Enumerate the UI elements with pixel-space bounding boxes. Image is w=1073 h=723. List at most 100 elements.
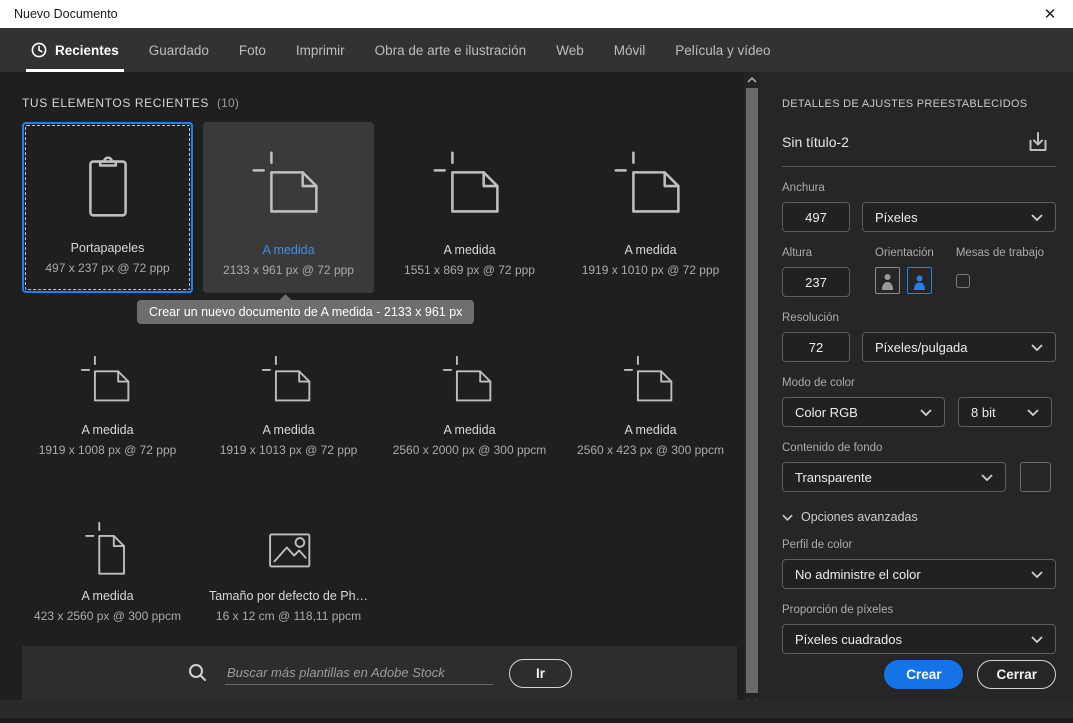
recent-item-dims: 2133 x 961 px @ 72 ppp: [223, 263, 354, 277]
recent-item-name: A medida: [81, 589, 134, 603]
scroll-up-icon[interactable]: [744, 76, 760, 83]
recent-item-dims: 1919 x 1008 px @ 72 ppp: [38, 443, 177, 457]
background-dropdown[interactable]: Transparente: [782, 462, 1006, 492]
recent-item[interactable]: A medida 2560 x 2000 px @ 300 ppcm: [384, 328, 555, 459]
artboards-checkbox[interactable]: [955, 274, 970, 288]
pixel-ratio-dropdown[interactable]: Píxeles cuadrados: [782, 624, 1056, 654]
custom-doc-portrait-icon: [84, 521, 125, 575]
landscape-icon: [914, 275, 925, 290]
custom-doc-icon: [433, 151, 499, 213]
recent-item-dims: 16 x 12 cm @ 118,11 ppcm: [215, 609, 362, 623]
recent-item[interactable]: A medida 1919 x 1010 px @ 72 ppp: [565, 122, 736, 293]
width-unit-dropdown[interactable]: Píxeles: [862, 202, 1056, 232]
pixel-ratio-label: Proporción de píxeles: [782, 604, 894, 616]
recent-item-name: A medida: [624, 243, 677, 257]
clipboard-icon: [88, 156, 127, 217]
resolution-unit-dropdown[interactable]: Píxeles/pulgada: [862, 332, 1056, 362]
tab-película-y-vídeo[interactable]: Película y vídeo: [660, 28, 785, 72]
recent-item[interactable]: A medida 1919 x 1008 px @ 72 ppp: [22, 328, 193, 459]
scrollbar-thumb[interactable]: [746, 88, 758, 693]
tab-foto[interactable]: Foto: [224, 28, 281, 72]
new-document-dialog: Nuevo Documento ✕ Recientes Guardado Fot…: [0, 0, 1073, 723]
portrait-icon: [882, 273, 893, 290]
bit-depth-dropdown[interactable]: 8 bit: [958, 397, 1052, 427]
recent-item-dims: 1919 x 1013 px @ 72 ppp: [219, 443, 358, 457]
recent-item-name: A medida: [262, 423, 315, 437]
go-button[interactable]: Ir: [508, 658, 572, 688]
custom-doc-icon: [252, 151, 318, 213]
title-bar: Nuevo Documento ✕: [0, 0, 1073, 28]
custom-doc-icon: [80, 355, 129, 402]
chevron-down-icon: [1031, 635, 1043, 643]
tab-label: Foto: [238, 42, 266, 58]
background-label: Contenido de fondo: [782, 442, 883, 454]
recent-item[interactable]: A medida 2133 x 961 px @ 72 ppp: [203, 122, 374, 293]
photo-icon: [268, 533, 310, 568]
color-profile-dropdown[interactable]: No administre el color: [782, 559, 1056, 589]
recent-item-dims: 1551 x 869 px @ 72 ppp: [404, 263, 535, 277]
tooltip: Crear un nuevo documento de A medida - 2…: [137, 300, 475, 324]
clock-icon: [31, 42, 47, 58]
tab-label: Obra de arte e ilustración: [374, 42, 527, 58]
recent-item-dims: 423 x 2560 px @ 300 ppcm: [34, 609, 181, 623]
color-mode-dropdown[interactable]: Color RGB: [782, 397, 945, 427]
chevron-down-icon: [920, 408, 932, 416]
recent-item-name: A medida: [262, 243, 315, 257]
tab-label: Web: [556, 42, 584, 58]
recent-item[interactable]: A medida 2560 x 423 px @ 300 ppcm: [565, 328, 736, 459]
document-title-field[interactable]: Sin título-2: [782, 134, 1026, 150]
recents-heading: TUS ELEMENTOS RECIENTES (10): [22, 96, 240, 110]
stock-search-bar: Ir: [22, 646, 737, 700]
tab-imprimir[interactable]: Imprimir: [281, 28, 360, 72]
tab-móvil[interactable]: Móvil: [599, 28, 661, 72]
details-heading: DETALLES DE AJUSTES PREESTABLECIDOS: [782, 98, 1028, 110]
tab-recientes[interactable]: Recientes: [16, 28, 134, 72]
recent-item-name: A medida: [624, 423, 677, 437]
recents-panel: TUS ELEMENTOS RECIENTES (10) Portapapeles…: [0, 72, 744, 723]
recent-item-dims: 1919 x 1010 px @ 72 ppp: [581, 263, 720, 277]
dialog-title: Nuevo Documento: [14, 7, 118, 21]
orientation-label: Orientación: [875, 247, 934, 259]
recent-item-name: Tamaño por defecto de Ph…: [208, 589, 369, 603]
tab-web[interactable]: Web: [541, 28, 599, 72]
width-input[interactable]: [782, 202, 850, 232]
height-label: Altura: [782, 247, 813, 259]
close-icon[interactable]: ✕: [1035, 2, 1065, 26]
close-button[interactable]: Cerrar: [977, 660, 1056, 689]
recent-item[interactable]: Tamaño por defecto de Ph… 16 x 12 cm @ 1…: [203, 494, 374, 625]
orientation-landscape-button[interactable]: [907, 267, 932, 294]
orientation-portrait-button[interactable]: [875, 267, 900, 294]
resolution-input[interactable]: [782, 332, 850, 362]
chevron-down-icon: [1031, 213, 1043, 221]
chevron-down-icon: [981, 473, 993, 481]
recent-item[interactable]: A medida 1919 x 1013 px @ 72 ppp: [203, 328, 374, 459]
tab-label: Imprimir: [295, 42, 345, 58]
tab-label: Película y vídeo: [675, 42, 771, 58]
chevron-down-icon: [1027, 408, 1039, 416]
recent-item-dims: 2560 x 2000 px @ 300 ppcm: [392, 443, 547, 457]
advanced-options-toggle[interactable]: Opciones avanzadas: [782, 510, 1056, 524]
custom-doc-icon: [261, 355, 310, 402]
chevron-down-icon: [1031, 570, 1043, 578]
custom-doc-icon: [442, 355, 491, 402]
scrollbar[interactable]: [744, 72, 760, 723]
recents-grid: Portapapeles 497 x 237 px @ 72 ppp A med…: [22, 122, 744, 625]
preset-details-panel: DETALLES DE AJUSTES PREESTABLECIDOS Sin …: [760, 72, 1073, 723]
recent-item[interactable]: A medida 423 x 2560 px @ 300 ppcm: [22, 494, 193, 625]
divider: [782, 166, 1056, 167]
save-preset-icon[interactable]: [1026, 130, 1050, 154]
tab-guardado[interactable]: Guardado: [134, 28, 224, 72]
search-input[interactable]: [224, 661, 493, 685]
search-icon: [187, 662, 209, 684]
create-button[interactable]: Crear: [884, 660, 964, 689]
background-color-swatch[interactable]: [1020, 462, 1051, 492]
color-mode-label: Modo de color: [782, 377, 855, 389]
tab-obra-de-arte-e-ilustración[interactable]: Obra de arte e ilustración: [360, 28, 542, 72]
recent-item-name: A medida: [443, 243, 496, 257]
recents-count: (10): [216, 96, 240, 110]
bottom-strip: [0, 700, 1073, 723]
color-profile-label: Perfil de color: [782, 539, 853, 551]
recent-item[interactable]: Portapapeles 497 x 237 px @ 72 ppp: [22, 122, 193, 293]
height-input[interactable]: [782, 267, 850, 297]
recent-item[interactable]: A medida 1551 x 869 px @ 72 ppp: [384, 122, 555, 293]
